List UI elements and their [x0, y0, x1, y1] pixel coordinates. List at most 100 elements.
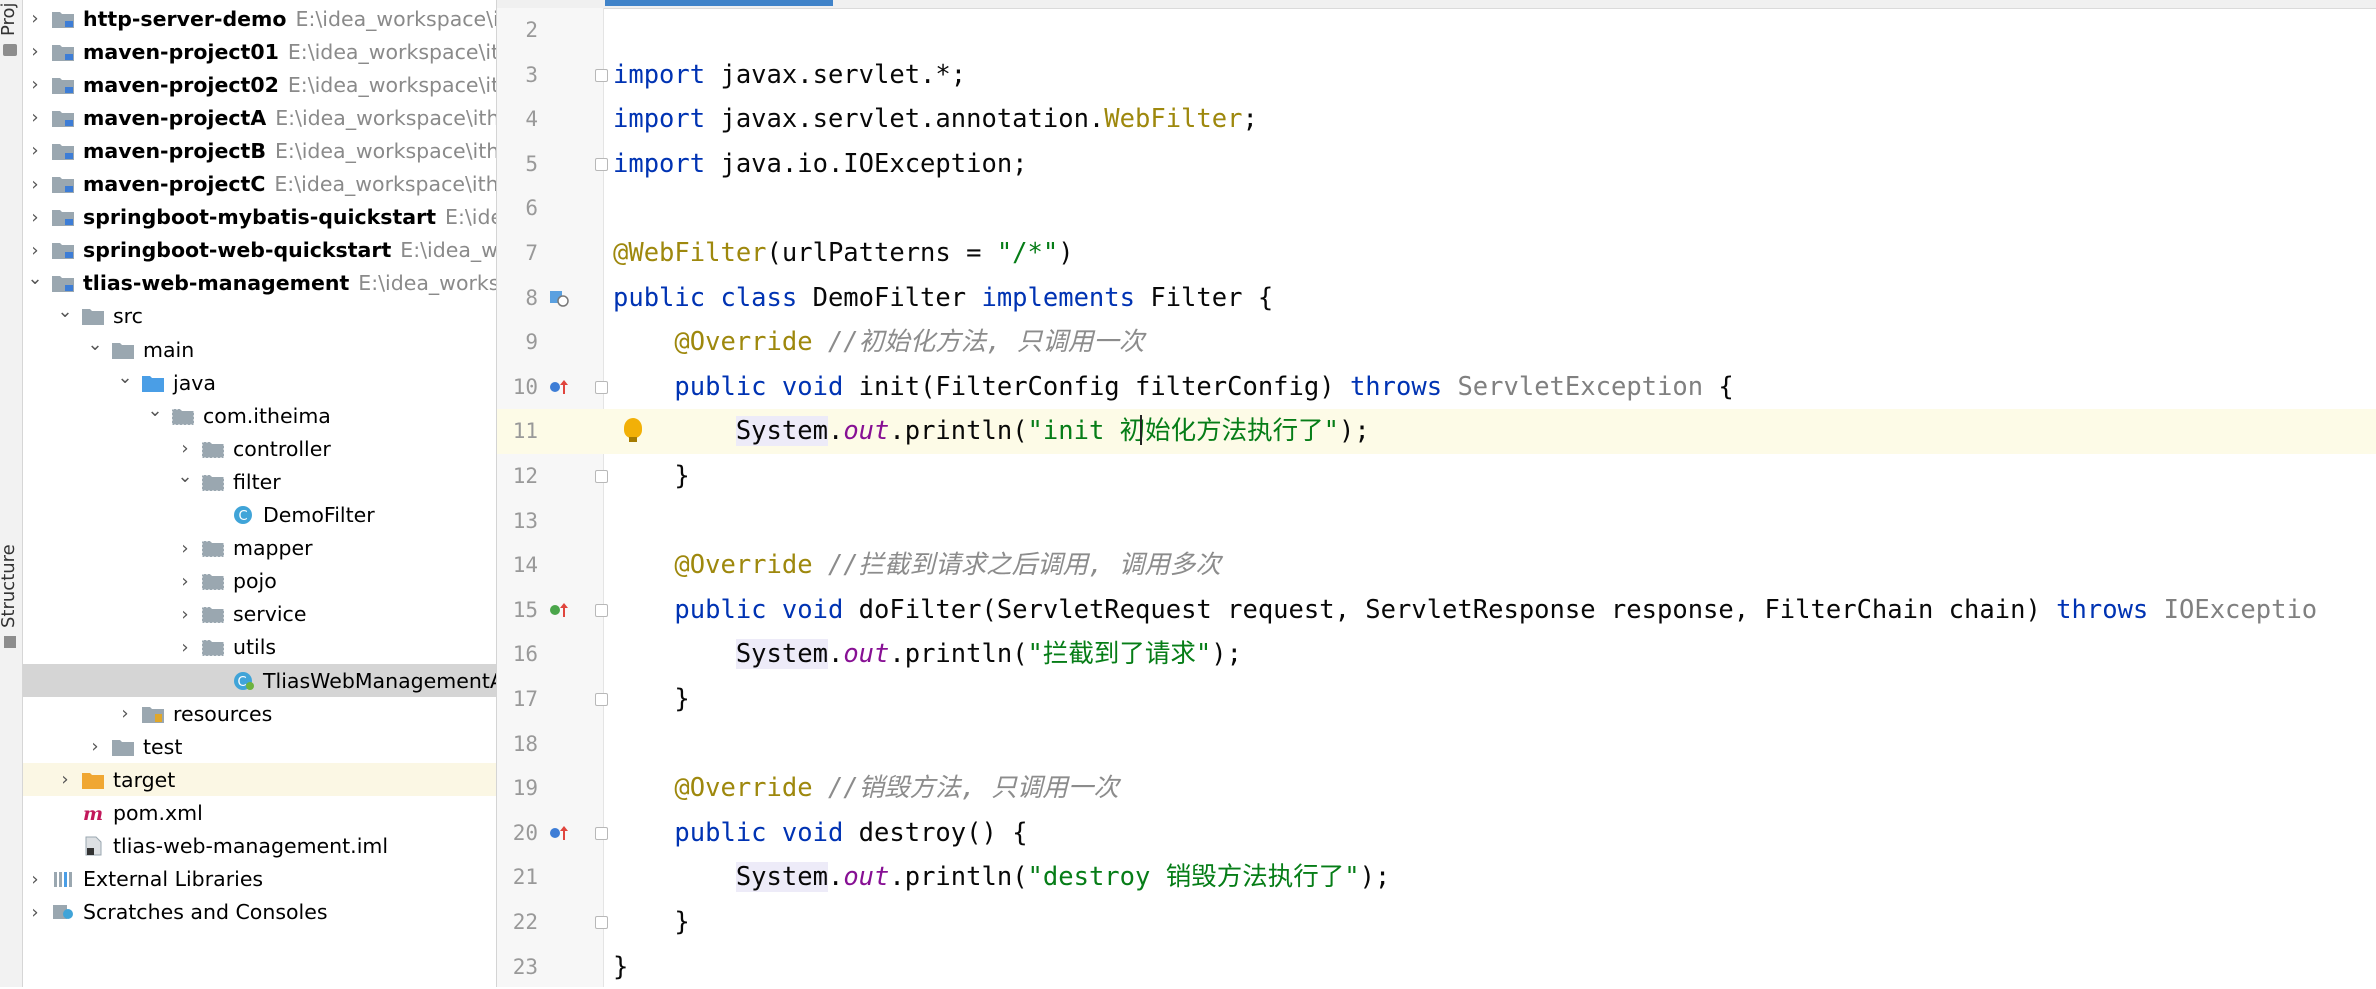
fold-marker-icon[interactable]: [595, 693, 608, 706]
fold-marker-icon[interactable]: [595, 826, 608, 840]
fold-marker-icon[interactable]: [595, 916, 608, 929]
chevron-right-icon[interactable]: ›: [175, 604, 195, 625]
chevron-right-icon[interactable]: ›: [175, 571, 195, 592]
code-token: //初始化方法, 只调用一次: [827, 327, 1145, 358]
tree-item-target[interactable]: › target: [23, 763, 496, 797]
tree-item-tliaswebmanagementapplication[interactable]: ›CTliasWebManagementApplication: [23, 664, 496, 697]
tree-item-tlias-web-management-iml[interactable]: ›tlias-web-management.iml: [23, 830, 496, 863]
project-tool-icon[interactable]: [3, 44, 17, 56]
chevron-right-icon[interactable]: ›: [25, 174, 45, 195]
code-line-13[interactable]: 13: [497, 499, 2376, 544]
chevron-down-icon[interactable]: ⌄: [25, 268, 45, 289]
code-line-8[interactable]: 8 public class DemoFilter implements Filt…: [497, 276, 2376, 321]
chevron-right-icon[interactable]: ›: [85, 736, 105, 757]
tree-item-path: E:\idea_w: [445, 205, 496, 230]
chevron-down-icon[interactable]: ⌄: [175, 466, 195, 487]
tree-item-src[interactable]: ⌄ src: [23, 300, 496, 333]
tree-item-filter[interactable]: ⌄ filter: [23, 465, 496, 498]
code-line-12[interactable]: 12 }: [497, 454, 2376, 499]
code-line-7[interactable]: 7 @WebFilter(urlPatterns = "/*"): [497, 231, 2376, 276]
tree-item-mapper[interactable]: › mapper: [23, 532, 496, 565]
override-green-icon[interactable]: [549, 601, 569, 619]
tree-item-resources[interactable]: › resources: [23, 697, 496, 730]
code-line-21[interactable]: 21 System.out.println("destroy 销毁方法执行了")…: [497, 855, 2376, 900]
code-line-16[interactable]: 16 System.out.println("拦截到了请求");: [497, 632, 2376, 677]
chevron-down-icon[interactable]: ⌄: [115, 367, 135, 388]
tree-item-utils[interactable]: › utils: [23, 631, 496, 664]
tree-item-com-itheima[interactable]: ⌄ com.itheima: [23, 399, 496, 432]
code-line-18[interactable]: 18: [497, 722, 2376, 767]
project-tree[interactable]: ›http-server-demoE:\idea_workspace\ithei…: [23, 0, 497, 987]
override-up-icon[interactable]: [549, 378, 569, 396]
chevron-right-icon[interactable]: ›: [25, 8, 45, 29]
code-line-11[interactable]: 11 System.out.println("init 初始化方法执行了");: [497, 409, 2376, 454]
tree-item-demofilter[interactable]: ›CDemoFilter: [23, 499, 496, 532]
tree-item-controller[interactable]: › controller: [23, 432, 496, 465]
fold-marker-icon[interactable]: [595, 68, 608, 82]
tree-item-label: tlias-web-management.iml: [113, 834, 389, 858]
fold-marker-icon[interactable]: [595, 380, 608, 394]
code-editor[interactable]: 2 3 import javax.servlet.*; 4 import javax.s…: [497, 0, 2376, 987]
text-cursor: [1140, 415, 1142, 446]
tree-item-maven-project02[interactable]: › maven-project02 E:\idea_workspace\itheim…: [23, 68, 496, 101]
tree-item-java[interactable]: ⌄ java: [23, 366, 496, 399]
code-line-14[interactable]: 14 @Override //拦截到请求之后调用, 调用多次: [497, 543, 2376, 588]
tree-item-pom-xml[interactable]: ›mpom.xml: [23, 796, 496, 829]
chevron-right-icon[interactable]: ›: [175, 637, 195, 658]
code-line-4[interactable]: 4 import javax.servlet.annotation.WebFilt…: [497, 97, 2376, 142]
tree-item-external-libraries[interactable]: › External Libraries: [23, 863, 496, 896]
tree-item-main[interactable]: ⌄ main: [23, 333, 496, 366]
chevron-down-icon[interactable]: ⌄: [145, 400, 165, 421]
structure-tool-tab[interactable]: Structure: [0, 544, 19, 628]
code-line-9[interactable]: 9 @Override //初始化方法, 只调用一次: [497, 320, 2376, 365]
code-line-5[interactable]: 5 import java.io.IOException;: [497, 142, 2376, 187]
tree-item-tlias-web-management[interactable]: ⌄ tlias-web-management E:\idea_workspace: [23, 267, 496, 300]
chevron-right-icon[interactable]: ›: [25, 240, 45, 261]
code-line-15[interactable]: 15 public void doFilter(ServletRequest r…: [497, 588, 2376, 633]
fold-marker-icon[interactable]: [595, 470, 608, 483]
chevron-right-icon[interactable]: ›: [25, 74, 45, 95]
code-token: ): [1058, 238, 1074, 268]
chevron-right-icon[interactable]: ›: [25, 41, 45, 62]
code-line-17[interactable]: 17 }: [497, 677, 2376, 722]
code-line-22[interactable]: 22 }: [497, 900, 2376, 945]
tree-item-maven-projectb[interactable]: › maven-projectB E:\idea_workspace\itheima: [23, 134, 496, 167]
project-tool-tab[interactable]: Proj: [0, 2, 19, 36]
line-number: 10: [512, 374, 538, 399]
tree-item-test[interactable]: › test: [23, 730, 496, 763]
chevron-right-icon[interactable]: ›: [115, 703, 135, 724]
override-up-icon[interactable]: [549, 824, 569, 842]
tree-item-label: tlias-web-management: [83, 271, 350, 296]
tree-item-pojo[interactable]: › pojo: [23, 565, 496, 598]
chevron-right-icon[interactable]: ›: [25, 902, 45, 923]
code-line-19[interactable]: 19 @Override //销毁方法, 只调用一次: [497, 766, 2376, 811]
tree-item-springboot-mybatis-quickstart[interactable]: › springboot-mybatis-quickstart E:\idea_w: [23, 201, 496, 234]
tree-item-maven-project01[interactable]: › maven-project01 E:\idea_workspace\itheim…: [23, 35, 496, 68]
tree-item-scratches-and-consoles[interactable]: › Scratches and Consoles: [23, 896, 496, 929]
tree-item-maven-projecta[interactable]: › maven-projectA E:\idea_workspace\itheima: [23, 101, 496, 134]
chevron-right-icon[interactable]: ›: [25, 107, 45, 128]
tree-item-service[interactable]: › service: [23, 598, 496, 631]
code-line-2[interactable]: 2: [497, 8, 2376, 53]
chevron-right-icon[interactable]: ›: [175, 538, 195, 559]
code-line-3[interactable]: 3 import javax.servlet.*;: [497, 53, 2376, 98]
implements-icon[interactable]: [549, 289, 569, 307]
chevron-down-icon[interactable]: ⌄: [55, 301, 75, 322]
tree-item-http-server-demo[interactable]: › http-server-demo E:\idea_workspace\ithei…: [23, 2, 496, 35]
fold-marker-icon[interactable]: [595, 157, 608, 171]
chevron-right-icon[interactable]: ›: [25, 140, 45, 161]
code-line-6[interactable]: 6: [497, 186, 2376, 231]
structure-tool-icon[interactable]: [4, 636, 16, 648]
chevron-right-icon[interactable]: ›: [175, 438, 195, 459]
chevron-right-icon[interactable]: ›: [25, 869, 45, 890]
chevron-right-icon[interactable]: ›: [55, 769, 75, 790]
chevron-down-icon[interactable]: ⌄: [85, 334, 105, 355]
code-line-23[interactable]: 23}: [497, 945, 2376, 989]
code-line-10[interactable]: 10 public void init(FilterConfig filterC…: [497, 365, 2376, 410]
active-tab-indicator[interactable]: [605, 0, 833, 6]
tree-item-springboot-web-quickstart[interactable]: › springboot-web-quickstart E:\idea_work: [23, 234, 496, 267]
tree-item-maven-projectc[interactable]: › maven-projectC E:\idea_workspace\itheima: [23, 168, 496, 201]
fold-marker-icon[interactable]: [595, 603, 608, 617]
code-line-20[interactable]: 20 public void destroy() {: [497, 811, 2376, 856]
chevron-right-icon[interactable]: ›: [25, 207, 45, 228]
